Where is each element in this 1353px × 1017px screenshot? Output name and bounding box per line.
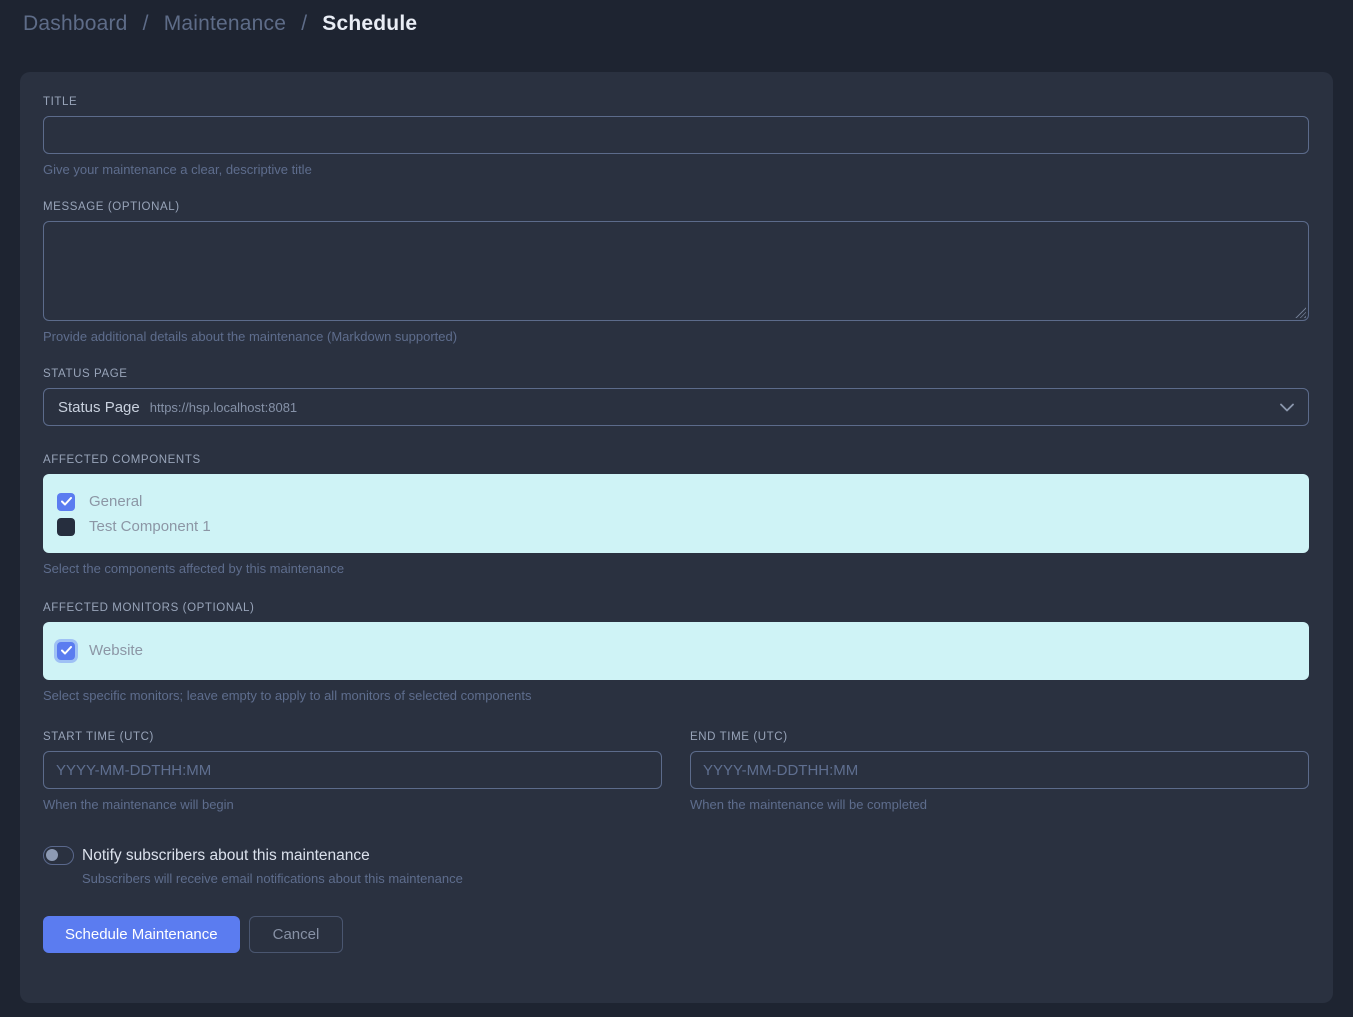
notify-subscribers-label[interactable]: Notify subscribers about this maintenanc… bbox=[82, 847, 370, 865]
end-time-input[interactable] bbox=[690, 751, 1309, 789]
time-fields-row: START TIME (UTC) When the maintenance wi… bbox=[43, 731, 1309, 812]
monitor-label[interactable]: Website bbox=[89, 642, 143, 659]
breadcrumb-maintenance[interactable]: Maintenance bbox=[164, 12, 286, 35]
schedule-maintenance-button[interactable]: Schedule Maintenance bbox=[43, 916, 240, 953]
affected-monitors-label: AFFECTED MONITORS (OPTIONAL) bbox=[43, 602, 1309, 614]
status-page-select[interactable]: Status Page https://hsp.localhost:8081 bbox=[43, 388, 1309, 426]
breadcrumb-separator: / bbox=[143, 12, 149, 35]
components-panel: General Test Component 1 bbox=[43, 474, 1309, 553]
checkbox-general[interactable] bbox=[57, 493, 75, 511]
status-page-label: STATUS PAGE bbox=[43, 368, 1309, 380]
end-time-label: END TIME (UTC) bbox=[690, 731, 1309, 743]
title-label: TITLE bbox=[43, 96, 1309, 108]
top-bar: Dashboard / Maintenance / Schedule bbox=[0, 0, 1353, 50]
breadcrumb-schedule: Schedule bbox=[322, 12, 417, 35]
message-helper: Provide additional details about the mai… bbox=[43, 329, 1309, 344]
start-time-helper: When the maintenance will begin bbox=[43, 797, 662, 812]
start-time-label: START TIME (UTC) bbox=[43, 731, 662, 743]
affected-components-helper: Select the components affected by this m… bbox=[43, 561, 1309, 576]
component-label[interactable]: Test Component 1 bbox=[89, 518, 211, 535]
monitor-option-website[interactable]: Website bbox=[57, 638, 1295, 663]
message-label: MESSAGE (OPTIONAL) bbox=[43, 201, 1309, 213]
start-time-field-group: START TIME (UTC) When the maintenance wi… bbox=[43, 731, 662, 812]
status-page-field-group: STATUS PAGE Status Page https://hsp.loca… bbox=[43, 368, 1309, 426]
component-option-test-component-1[interactable]: Test Component 1 bbox=[57, 514, 1295, 539]
affected-components-label: AFFECTED COMPONENTS bbox=[43, 454, 1309, 466]
notify-subscribers-toggle[interactable] bbox=[43, 846, 74, 865]
status-page-selected-url: https://hsp.localhost:8081 bbox=[150, 400, 297, 415]
form-actions: Schedule Maintenance Cancel bbox=[43, 916, 1309, 953]
title-helper: Give your maintenance a clear, descripti… bbox=[43, 162, 1309, 177]
checkbox-website[interactable] bbox=[57, 642, 75, 660]
status-page-selected-name: Status Page bbox=[58, 399, 140, 416]
end-time-field-group: END TIME (UTC) When the maintenance will… bbox=[690, 731, 1309, 812]
message-field-group: MESSAGE (OPTIONAL) Provide additional de… bbox=[43, 201, 1309, 344]
affected-monitors-helper: Select specific monitors; leave empty to… bbox=[43, 688, 1309, 703]
message-textarea[interactable] bbox=[43, 221, 1309, 321]
monitors-panel: Website bbox=[43, 622, 1309, 680]
cancel-button[interactable]: Cancel bbox=[249, 916, 344, 953]
checkbox-test-component-1[interactable] bbox=[57, 518, 75, 536]
toggle-knob bbox=[46, 849, 58, 861]
chevron-down-icon bbox=[1280, 403, 1294, 412]
affected-components-group: AFFECTED COMPONENTS General Test Compone… bbox=[43, 454, 1309, 576]
schedule-maintenance-form-card: TITLE Give your maintenance a clear, des… bbox=[20, 72, 1333, 1003]
breadcrumb-separator: / bbox=[301, 12, 307, 35]
component-label[interactable]: General bbox=[89, 493, 142, 510]
affected-monitors-group: AFFECTED MONITORS (OPTIONAL) Website Sel… bbox=[43, 602, 1309, 703]
end-time-helper: When the maintenance will be completed bbox=[690, 797, 1309, 812]
breadcrumb-dashboard[interactable]: Dashboard bbox=[23, 12, 128, 35]
start-time-input[interactable] bbox=[43, 751, 662, 789]
breadcrumb: Dashboard / Maintenance / Schedule bbox=[23, 12, 1330, 36]
title-input[interactable] bbox=[43, 116, 1309, 154]
component-option-general[interactable]: General bbox=[57, 489, 1295, 514]
notify-subscribers-helper: Subscribers will receive email notificat… bbox=[82, 871, 1309, 886]
title-field-group: TITLE Give your maintenance a clear, des… bbox=[43, 96, 1309, 177]
notify-subscribers-group: Notify subscribers about this maintenanc… bbox=[43, 846, 1309, 886]
